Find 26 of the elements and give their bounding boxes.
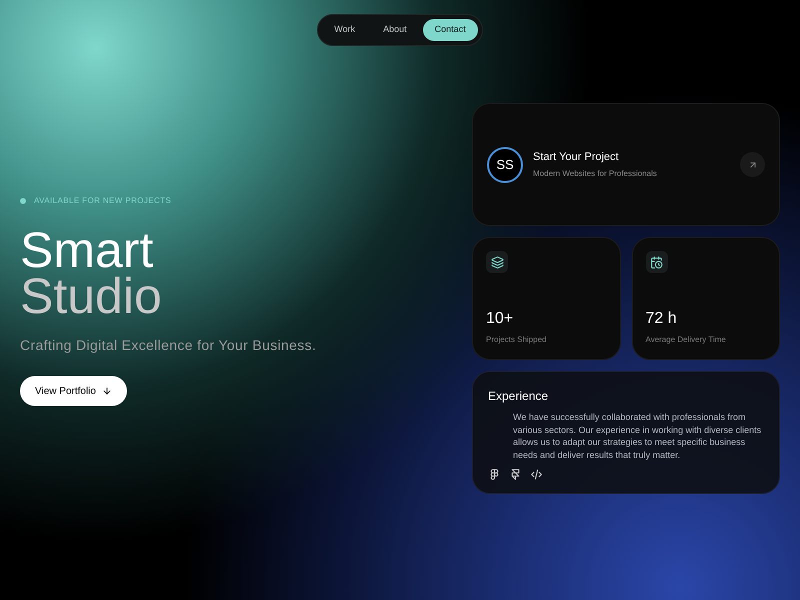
hero-subtitle: Crafting Digital Excellence for Your Business. (20, 336, 316, 355)
arrow-up-right-icon (748, 160, 758, 170)
stat-label: Projects Shipped (486, 334, 546, 346)
project-title: Start Your Project (533, 150, 620, 166)
project-subtitle: Modern Websites for Professionals (533, 168, 658, 180)
framer-icon (509, 468, 522, 481)
nav-tab[interactable]: Contact (422, 19, 478, 41)
stat-label: Average Delivery Time (646, 334, 726, 346)
open-link-button[interactable] (740, 152, 765, 177)
hero-title: Studio (20, 273, 162, 319)
arrow-down-icon (102, 386, 112, 396)
code-icon (530, 468, 543, 481)
stat-value: 72 h (646, 309, 677, 329)
calendar-clock-icon (650, 256, 663, 268)
layers-icon (490, 256, 504, 268)
experience-title: Experience (488, 388, 548, 405)
status-label: AVAILABLE FOR NEW PROJECTS (34, 195, 172, 207)
project-card[interactable]: SS Start Your Project Modern Websites for Professionals (472, 103, 780, 226)
avatar: SS (487, 146, 523, 182)
hero-title: Smart (20, 227, 154, 273)
experience-text: We have successfully collaborated with professionals from various sectors. Our experience in working with diverse clients allows us to adapt our strategies to meet specific business needs and deliver results that truly matter. (513, 411, 762, 461)
figma-icon (488, 468, 501, 481)
view-portfolio-button[interactable]: View Portfolio (20, 376, 127, 406)
nav-tab[interactable]: Work (322, 19, 368, 41)
nav-tab[interactable]: About (371, 19, 419, 41)
stat-value: 10+ (486, 309, 514, 329)
